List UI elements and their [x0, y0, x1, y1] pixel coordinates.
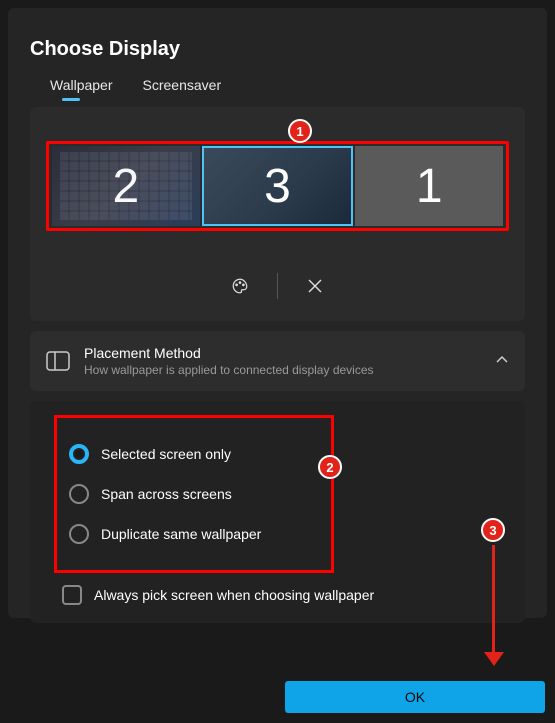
placement-options: Selected screen only Span across screens…	[30, 401, 525, 623]
placement-radio-group: Selected screen only Span across screens…	[54, 415, 334, 573]
choose-display-panel: Choose Display Wallpaper Screensaver 2 3…	[8, 8, 547, 618]
ok-button[interactable]: OK	[285, 681, 545, 713]
monitor-label: 3	[264, 159, 291, 214]
radio-label: Selected screen only	[101, 446, 231, 462]
callout-arrow-line	[492, 545, 495, 657]
display-preview-area: 2 3 1	[30, 107, 525, 321]
monitor-3-selected[interactable]: 3	[202, 146, 354, 226]
radio-selected-screen-only[interactable]: Selected screen only	[65, 434, 321, 474]
tab-bar: Wallpaper Screensaver	[8, 77, 547, 101]
placement-method-section: Placement Method How wallpaper is applie…	[30, 331, 525, 391]
monitor-label: 2	[112, 159, 139, 214]
remove-button[interactable]	[290, 269, 340, 303]
callout-arrow-head	[484, 652, 504, 666]
radio-span-across-screens[interactable]: Span across screens	[65, 474, 321, 514]
close-icon	[308, 279, 322, 293]
radio-indicator	[69, 484, 89, 504]
toolbar-separator	[277, 273, 278, 299]
always-pick-row[interactable]: Always pick screen when choosing wallpap…	[30, 573, 525, 605]
placement-method-header[interactable]: Placement Method How wallpaper is applie…	[30, 331, 525, 391]
callout-1: 1	[288, 119, 312, 143]
callout-3: 3	[481, 518, 505, 542]
checkbox-label: Always pick screen when choosing wallpap…	[94, 587, 374, 603]
checkbox-indicator	[62, 585, 82, 605]
placement-method-subtitle: How wallpaper is applied to connected di…	[84, 363, 481, 377]
radio-indicator	[69, 444, 89, 464]
palette-button[interactable]	[215, 269, 265, 303]
dialog-buttons-row: OK	[285, 681, 545, 713]
dialog-title: Choose Display	[8, 28, 547, 77]
radio-indicator	[69, 524, 89, 544]
monitor-2[interactable]: 2	[52, 146, 200, 226]
radio-label: Duplicate same wallpaper	[101, 526, 261, 542]
monitors-row: 2 3 1	[46, 141, 509, 231]
monitor-label: 1	[416, 159, 443, 214]
palette-icon	[231, 277, 249, 295]
callout-2: 2	[318, 455, 342, 479]
radio-label: Span across screens	[101, 486, 232, 502]
display-toolbar	[46, 269, 509, 303]
layout-icon	[46, 351, 70, 371]
monitor-1[interactable]: 1	[355, 146, 503, 226]
chevron-up-icon	[495, 353, 509, 370]
tab-wallpaper[interactable]: Wallpaper	[50, 77, 113, 101]
tab-screensaver[interactable]: Screensaver	[143, 77, 222, 101]
radio-duplicate-same-wallpaper[interactable]: Duplicate same wallpaper	[65, 514, 321, 554]
placement-method-text: Placement Method How wallpaper is applie…	[84, 345, 481, 377]
placement-method-title: Placement Method	[84, 345, 481, 361]
